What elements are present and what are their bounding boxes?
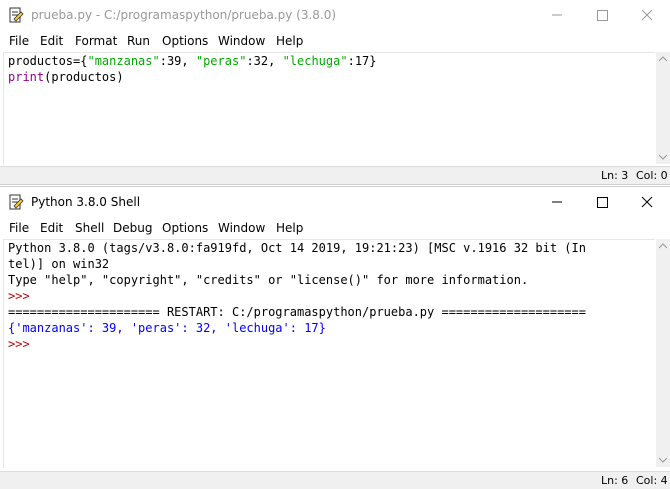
shell-statusbar: Ln: 6 Col: 4 bbox=[0, 471, 670, 489]
minimize-button[interactable] bbox=[534, 0, 580, 30]
shell-token: Python 3.8.0 (tags/v3.8.0:fa919fd, Oct 1… bbox=[8, 241, 586, 255]
editor-token: (productos) bbox=[44, 70, 124, 84]
scroll-down-icon[interactable] bbox=[659, 154, 667, 160]
shell-window: Python 3.8.0 Shell File Edit Shell Debug… bbox=[0, 186, 670, 489]
editor-text-area[interactable]: productos={"manzanas":39, "peras":32, "l… bbox=[3, 52, 655, 165]
shell-token: >>> bbox=[8, 337, 37, 351]
menu-window[interactable]: Window bbox=[218, 33, 265, 49]
editor-column-indicator: Col: 0 bbox=[636, 169, 668, 182]
editor-statusbar: Ln: 3 Col: 0 bbox=[0, 166, 670, 184]
minimize-icon bbox=[552, 201, 562, 203]
python-shell-icon bbox=[9, 194, 24, 210]
editor-token: "manzanas" bbox=[87, 54, 160, 68]
editor-line: print(productos) bbox=[8, 69, 377, 85]
menu-help[interactable]: Help bbox=[276, 220, 303, 236]
shell-line: ===================== RESTART: C:/progra… bbox=[8, 304, 586, 320]
shell-token: Type "help", "copyright", "credits" or "… bbox=[8, 273, 529, 287]
shell-line-indicator: Ln: 6 bbox=[601, 474, 629, 487]
maximize-button[interactable] bbox=[579, 0, 625, 30]
editor-token: productos={ bbox=[8, 54, 88, 68]
editor-token: "lechuga" bbox=[282, 54, 348, 68]
scroll-up-icon[interactable] bbox=[659, 56, 667, 62]
shell-line: >>> bbox=[8, 336, 586, 352]
minimize-icon bbox=[552, 14, 562, 16]
editor-token: :32, bbox=[246, 54, 283, 68]
menu-edit[interactable]: Edit bbox=[40, 220, 63, 236]
idle-file-icon bbox=[9, 7, 24, 23]
shell-line: {'manzanas': 39, 'peras': 32, 'lechuga':… bbox=[8, 320, 586, 336]
editor-line: productos={"manzanas":39, "peras":32, "l… bbox=[8, 53, 377, 69]
editor-code: productos={"manzanas":39, "peras":32, "l… bbox=[8, 53, 377, 85]
menu-file[interactable]: File bbox=[9, 33, 29, 49]
shell-token: tel)] on win32 bbox=[8, 257, 110, 271]
scroll-up-icon[interactable] bbox=[659, 243, 667, 249]
scroll-down-icon[interactable] bbox=[659, 457, 667, 463]
maximize-icon bbox=[597, 197, 608, 208]
maximize-button[interactable] bbox=[579, 187, 625, 217]
editor-menubar: File Edit Format Run Options Window Help bbox=[0, 30, 670, 52]
close-icon bbox=[641, 196, 653, 208]
maximize-icon bbox=[597, 10, 608, 21]
shell-line: >>> bbox=[8, 288, 586, 304]
shell-output: Python 3.8.0 (tags/v3.8.0:fa919fd, Oct 1… bbox=[8, 240, 586, 352]
minimize-button[interactable] bbox=[534, 187, 580, 217]
shell-titlebar[interactable]: Python 3.8.0 Shell bbox=[0, 187, 670, 217]
shell-vertical-scrollbar[interactable] bbox=[656, 239, 670, 467]
shell-token: >>> bbox=[8, 289, 37, 303]
menu-shell[interactable]: Shell bbox=[75, 220, 104, 236]
menu-options[interactable]: Options bbox=[162, 220, 208, 236]
shell-line: Type "help", "copyright", "credits" or "… bbox=[8, 272, 586, 288]
editor-window: prueba.py - C:/programaspython/prueba.py… bbox=[0, 0, 670, 185]
close-button[interactable] bbox=[624, 187, 670, 217]
menu-file[interactable]: File bbox=[9, 220, 29, 236]
shell-text-area[interactable]: Python 3.8.0 (tags/v3.8.0:fa919fd, Oct 1… bbox=[3, 239, 655, 468]
menu-options[interactable]: Options bbox=[162, 33, 208, 49]
menu-window[interactable]: Window bbox=[218, 220, 265, 236]
editor-token: "peras" bbox=[195, 54, 247, 68]
menu-help[interactable]: Help bbox=[276, 33, 303, 49]
shell-token: ===================== RESTART: C:/progra… bbox=[8, 305, 586, 319]
editor-vertical-scrollbar[interactable] bbox=[656, 52, 670, 164]
menu-edit[interactable]: Edit bbox=[40, 33, 63, 49]
shell-column-indicator: Col: 4 bbox=[636, 474, 668, 487]
shell-line: tel)] on win32 bbox=[8, 256, 586, 272]
editor-line-indicator: Ln: 3 bbox=[601, 169, 629, 182]
editor-token: print bbox=[8, 70, 45, 84]
close-button[interactable] bbox=[624, 0, 670, 30]
editor-token: :17} bbox=[347, 54, 377, 68]
shell-line: Python 3.8.0 (tags/v3.8.0:fa919fd, Oct 1… bbox=[8, 240, 586, 256]
shell-menubar: File Edit Shell Debug Options Window Hel… bbox=[0, 217, 670, 239]
shell-token: {'manzanas': 39, 'peras': 32, 'lechuga':… bbox=[8, 321, 326, 335]
editor-token: :39, bbox=[159, 54, 196, 68]
menu-run[interactable]: Run bbox=[127, 33, 150, 49]
menu-format[interactable]: Format bbox=[75, 33, 117, 49]
close-icon bbox=[641, 9, 653, 21]
editor-titlebar[interactable]: prueba.py - C:/programaspython/prueba.py… bbox=[0, 0, 670, 30]
editor-window-title: prueba.py - C:/programaspython/prueba.py… bbox=[31, 8, 337, 22]
menu-debug[interactable]: Debug bbox=[113, 220, 152, 236]
shell-window-title: Python 3.8.0 Shell bbox=[31, 195, 141, 209]
